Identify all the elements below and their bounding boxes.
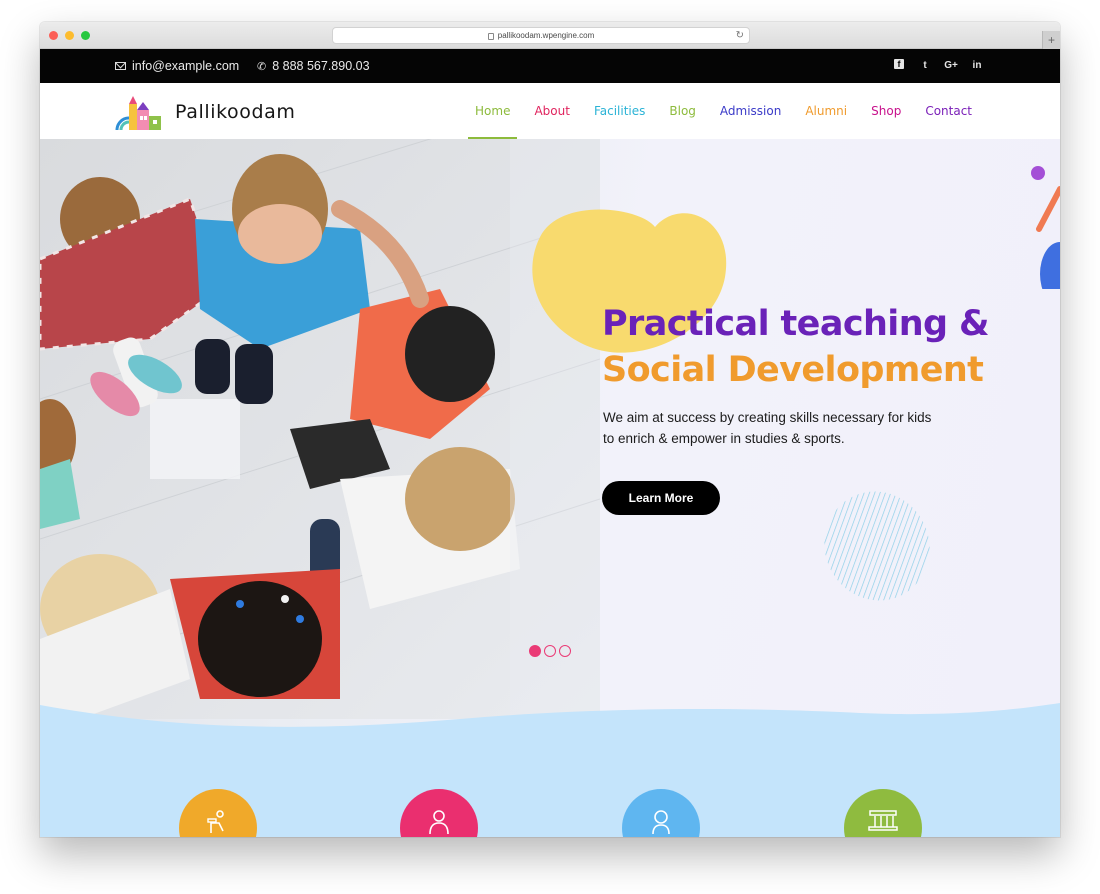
site-title: Pallikoodam	[175, 101, 296, 123]
site-logo[interactable]: Pallikoodam	[115, 92, 295, 132]
nav-item-about[interactable]: About	[531, 83, 572, 139]
hero-subtitle: We aim at success by creating skills nec…	[603, 410, 932, 446]
striped-blob-decoration	[824, 491, 930, 601]
slide-dot-1[interactable]	[529, 645, 541, 657]
children-photo	[40, 139, 600, 719]
lock-icon	[487, 33, 494, 40]
linkedin-icon[interactable]: in	[972, 59, 982, 71]
school-logo-icon	[115, 96, 161, 131]
reload-icon[interactable]: ↻	[736, 30, 744, 41]
maximize-window-button[interactable]	[81, 31, 90, 40]
hero-slider: Practical teaching & Social Development …	[40, 139, 1060, 837]
corner-decoration	[1031, 166, 1060, 289]
slide-dot-2[interactable]	[544, 645, 556, 657]
close-window-button[interactable]	[49, 31, 58, 40]
browser-toolbar: pallikoodam.wpengine.com ↻ +	[40, 22, 1060, 49]
building-icon	[868, 810, 898, 831]
envelope-icon	[115, 62, 126, 70]
site-header: Pallikoodam Home About Facilities Blog A…	[40, 83, 1060, 139]
nav-item-alumni[interactable]: Alumni	[802, 83, 850, 139]
email-text: info@example.com	[132, 59, 240, 73]
facebook-icon[interactable]: f	[894, 59, 904, 69]
nav-item-blog[interactable]: Blog	[666, 83, 699, 139]
hero-headline: Practical teaching & Social Development	[602, 301, 990, 393]
hero-title-line-1: Practical teaching &	[602, 304, 990, 344]
feature-icons-row	[40, 789, 1060, 837]
main-navigation: Home About Facilities Blog Admission Alu…	[467, 83, 975, 139]
reading-icon	[207, 810, 224, 833]
minimize-window-button[interactable]	[65, 31, 74, 40]
feature-teacher[interactable]	[400, 789, 478, 837]
slider-pagination	[529, 645, 571, 657]
email-link[interactable]: info@example.com	[115, 59, 239, 73]
google-plus-icon[interactable]: G+	[944, 59, 958, 71]
twitter-icon[interactable]: t	[920, 59, 930, 71]
feature-building[interactable]	[844, 789, 922, 837]
social-links: f t G+ in	[894, 59, 982, 71]
learn-more-button[interactable]: Learn More	[602, 481, 720, 515]
nav-item-contact[interactable]: Contact	[922, 83, 975, 139]
top-contact-bar: info@example.com ✆ 8 888 567.890.03 f t …	[40, 49, 1060, 83]
url-text: pallikoodam.wpengine.com	[497, 31, 595, 40]
nav-item-home[interactable]: Home	[467, 83, 518, 139]
address-bar[interactable]: pallikoodam.wpengine.com ↻	[332, 27, 750, 44]
feature-reading[interactable]	[179, 789, 257, 837]
window-controls	[49, 31, 90, 40]
browser-window: pallikoodam.wpengine.com ↻ + info@exampl…	[40, 22, 1060, 837]
new-tab-button[interactable]: +	[1042, 31, 1060, 49]
hero-title-line-2: Social Development	[602, 350, 984, 390]
phone-link[interactable]: ✆ 8 888 567.890.03	[257, 59, 370, 73]
nav-item-admission[interactable]: Admission	[717, 83, 784, 139]
nav-item-shop[interactable]: Shop	[868, 83, 904, 139]
slide-dot-3[interactable]	[559, 645, 571, 657]
nav-item-facilities[interactable]: Facilities	[591, 83, 648, 139]
phone-text: 8 888 567.890.03	[272, 59, 370, 73]
student-icon	[652, 810, 670, 835]
feature-student[interactable]	[622, 789, 700, 837]
phone-icon: ✆	[257, 60, 267, 73]
teacher-icon	[429, 810, 449, 835]
